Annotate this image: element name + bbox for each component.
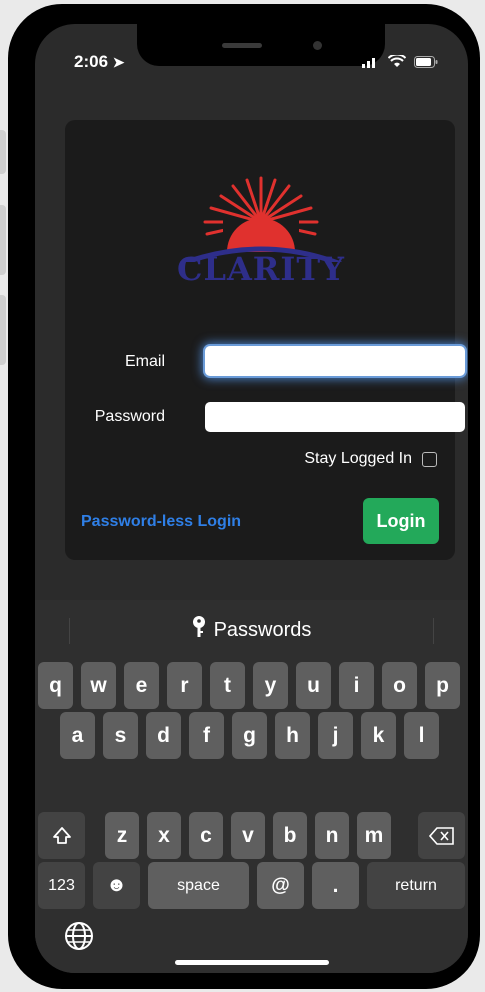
key-k[interactable]: k <box>361 712 396 759</box>
location-arrow-icon: ➤ <box>112 54 125 70</box>
key-y[interactable]: y <box>253 662 288 709</box>
key-m[interactable]: m <box>357 812 391 859</box>
dot-key[interactable]: . <box>312 862 359 909</box>
key-x[interactable]: x <box>147 812 181 859</box>
screen: 2:06 ➤ CLARITY Email Password Stay Logge… <box>35 24 468 973</box>
sun-icon <box>180 176 342 267</box>
key-r[interactable]: r <box>167 662 202 709</box>
emoji-icon: ☻ <box>105 874 128 896</box>
status-time: 2:06 ➤ <box>74 52 125 72</box>
password-field[interactable] <box>205 402 465 432</box>
backspace-key[interactable] <box>418 812 465 859</box>
key-g[interactable]: g <box>232 712 267 759</box>
key-v[interactable]: v <box>231 812 265 859</box>
email-label: Email <box>124 353 165 370</box>
battery-icon <box>414 55 438 71</box>
volume-down-button <box>0 295 6 365</box>
keyboard: Passwords qwertyuiop asdfghjkl zxcvbnm 1… <box>35 600 468 973</box>
mute-switch <box>0 130 6 174</box>
key-j[interactable]: j <box>318 712 353 759</box>
key-c[interactable]: c <box>189 812 223 859</box>
signal-icon <box>362 56 380 71</box>
phone-frame: 2:06 ➤ CLARITY Email Password Stay Logge… <box>8 4 480 989</box>
emoji-key[interactable]: ☻ <box>93 862 140 909</box>
key-f[interactable]: f <box>189 712 224 759</box>
stay-logged-in-label: Stay Logged In <box>304 450 412 467</box>
wifi-icon <box>387 53 407 71</box>
stay-logged-in[interactable]: Stay Logged In <box>304 450 437 468</box>
key-l[interactable]: l <box>404 712 439 759</box>
key-o[interactable]: o <box>382 662 417 709</box>
status-time-text: 2:06 <box>74 52 109 71</box>
key-icon <box>192 616 206 644</box>
passwords-label: Passwords <box>213 618 312 641</box>
key-w[interactable]: w <box>81 662 116 709</box>
passwords-suggestion[interactable]: Passwords <box>35 600 468 660</box>
status-icons <box>362 53 438 71</box>
key-e[interactable]: e <box>124 662 159 709</box>
email-field[interactable] <box>205 346 465 376</box>
clarity-logo: CLARITY <box>161 172 361 292</box>
key-z[interactable]: z <box>105 812 139 859</box>
notch <box>137 24 385 66</box>
password-label: Password <box>94 408 165 425</box>
numbers-key[interactable]: 123 <box>38 862 85 909</box>
shift-icon <box>52 826 71 844</box>
key-n[interactable]: n <box>315 812 349 859</box>
globe-icon[interactable] <box>64 921 94 957</box>
key-d[interactable]: d <box>146 712 181 759</box>
key-b[interactable]: b <box>273 812 307 859</box>
stay-logged-in-checkbox[interactable] <box>422 451 437 467</box>
login-card: CLARITY Email Password Stay Logged In Pa… <box>65 120 465 560</box>
at-key[interactable]: @ <box>257 862 304 909</box>
key-a[interactable]: a <box>60 712 95 759</box>
return-key[interactable]: return <box>367 862 465 909</box>
backspace-icon <box>428 826 454 845</box>
logo-text: CLARITY <box>176 250 345 288</box>
key-u[interactable]: u <box>296 662 331 709</box>
key-p[interactable]: p <box>425 662 460 709</box>
shift-key[interactable] <box>38 812 85 859</box>
key-h[interactable]: h <box>275 712 310 759</box>
home-indicator <box>175 960 329 965</box>
camera <box>313 41 322 50</box>
space-key[interactable]: space <box>148 862 249 909</box>
login-button[interactable]: Login <box>363 498 439 544</box>
volume-up-button <box>0 205 6 275</box>
key-i[interactable]: i <box>339 662 374 709</box>
key-q[interactable]: q <box>38 662 73 709</box>
key-s[interactable]: s <box>103 712 138 759</box>
speaker <box>222 43 262 48</box>
key-t[interactable]: t <box>210 662 245 709</box>
passwordless-login-link[interactable]: Password-less Login <box>81 513 241 531</box>
